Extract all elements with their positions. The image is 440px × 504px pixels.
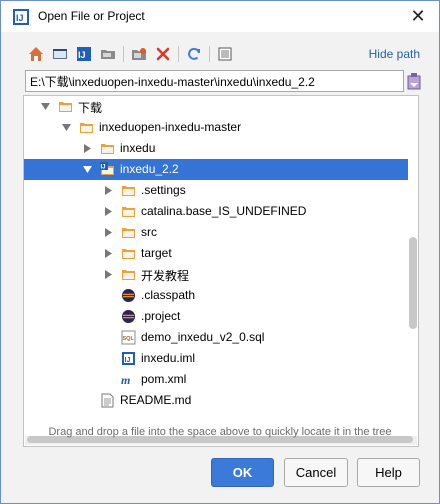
folder-icon xyxy=(122,270,135,280)
delete-icon xyxy=(156,47,170,61)
cancel-button[interactable]: Cancel xyxy=(284,458,348,487)
tree-item-label: inxedu xyxy=(120,141,156,155)
svg-text:IJ: IJ xyxy=(101,165,106,171)
help-button[interactable]: Help xyxy=(357,458,420,487)
tree-row[interactable]: inxeduopen-inxedu-master xyxy=(24,117,408,138)
expanded-arrow-icon[interactable] xyxy=(62,123,71,132)
folder-icon xyxy=(101,144,114,154)
toolbar-separator xyxy=(209,46,210,62)
svg-text:IJ: IJ xyxy=(78,50,86,60)
tree-item-label: src xyxy=(141,225,157,239)
open-file-dialog: IJ Open File or Project ✕ IJ Hide path E… xyxy=(0,0,440,504)
tree-item-label: inxedu_2.2 xyxy=(120,162,179,176)
refresh-icon xyxy=(188,47,200,60)
tree-row[interactable]: src xyxy=(24,222,408,243)
svg-text:m: m xyxy=(121,373,130,387)
tree-row[interactable]: catalina.base_IS_UNDEFINED xyxy=(24,201,408,222)
tree-row[interactable]: 下载 xyxy=(24,96,408,117)
toolbar-separator xyxy=(178,46,179,62)
folder-icon xyxy=(122,228,135,238)
ok-button[interactable]: OK xyxy=(211,458,274,487)
iml-file-icon: IJ xyxy=(122,352,135,365)
expanded-arrow-icon[interactable] xyxy=(83,165,92,174)
folder-icon xyxy=(80,123,93,133)
tree-row[interactable]: README.md xyxy=(24,390,408,411)
tree-item-label: 下载 xyxy=(78,101,103,115)
tree-item-label: inxedu.iml xyxy=(141,351,196,365)
svg-text:IJ: IJ xyxy=(16,13,24,23)
show-hidden-icon xyxy=(218,47,232,61)
collapsed-arrow-icon[interactable] xyxy=(104,249,113,258)
close-button[interactable]: ✕ xyxy=(403,3,433,29)
tree-row[interactable]: .project xyxy=(24,306,408,327)
desktop-button[interactable] xyxy=(50,44,70,64)
desktop-icon xyxy=(53,49,67,59)
tree-item-label: demo_inxedu_v2_0.sql xyxy=(141,330,265,344)
svg-text:IJ: IJ xyxy=(125,357,131,364)
tree-item-label: .project xyxy=(141,309,181,323)
tree-item-label: README.md xyxy=(120,393,192,407)
collapsed-arrow-icon[interactable] xyxy=(104,270,113,279)
text-file-icon xyxy=(101,393,114,408)
close-icon: ✕ xyxy=(410,6,426,26)
vertical-scrollbar[interactable] xyxy=(409,237,417,329)
collapsed-arrow-icon[interactable] xyxy=(104,186,113,195)
module-button[interactable] xyxy=(98,44,118,64)
tree-row[interactable]: .classpath xyxy=(24,285,408,306)
project-icon: IJ xyxy=(77,47,91,61)
intellij-idea-icon: IJ xyxy=(13,9,29,25)
tree-item-label: catalina.base_IS_UNDEFINED xyxy=(141,204,307,218)
delete-button[interactable] xyxy=(153,44,173,64)
tree-row[interactable]: inxedu xyxy=(24,138,408,159)
tree-row[interactable]: IJ inxedu.iml xyxy=(24,348,408,369)
folder-icon xyxy=(122,186,135,196)
tree-item-label: .classpath xyxy=(141,288,196,302)
drag-drop-hint: Drag and drop a file into the space abov… xyxy=(48,426,392,438)
folder-icon xyxy=(59,102,72,112)
sql-file-icon: SQL xyxy=(121,330,136,345)
show-hidden-button[interactable] xyxy=(215,44,235,64)
window-title: Open File or Project xyxy=(38,9,145,23)
hide-path-link[interactable]: Hide path xyxy=(369,47,420,61)
svg-text:SQL: SQL xyxy=(123,336,135,342)
new-module-icon xyxy=(132,48,146,60)
tree-row[interactable]: target xyxy=(24,243,408,264)
tree-item-label: target xyxy=(141,246,172,260)
expanded-arrow-icon[interactable] xyxy=(41,102,50,111)
collapsed-arrow-icon[interactable] xyxy=(83,144,92,153)
project-button[interactable]: IJ xyxy=(74,44,94,64)
refresh-button[interactable] xyxy=(184,44,204,64)
tree-row[interactable]: SQL demo_inxedu_v2_0.sql xyxy=(24,327,408,348)
tree-item-label: inxeduopen-inxedu-master xyxy=(99,120,242,134)
home-button[interactable] xyxy=(26,44,46,64)
folder-icon xyxy=(122,249,135,259)
collapsed-arrow-icon[interactable] xyxy=(104,207,113,216)
tree-item-label: 开发教程 xyxy=(141,269,190,283)
tree-item-label: .settings xyxy=(141,183,186,197)
file-tree[interactable]: README.md m pom.xml IJ inxedu.iml SQL demo_inx… xyxy=(23,95,419,447)
toolbar-separator xyxy=(123,46,124,62)
tree-row[interactable]: m pom.xml xyxy=(24,369,408,390)
maven-file-icon: m xyxy=(121,373,130,387)
project-folder-icon: IJ xyxy=(100,162,114,175)
eclipse-file-icon xyxy=(122,310,135,323)
tree-row[interactable]: 开发教程 xyxy=(24,264,408,285)
collapsed-arrow-icon[interactable] xyxy=(104,228,113,237)
new-folder-button[interactable] xyxy=(129,44,149,64)
dialog-content: IJ Hide path E:\下载\inxeduopen-inxedu-mas… xyxy=(1,32,439,503)
title-bar: IJ Open File or Project ✕ xyxy=(1,1,439,32)
path-history-icon[interactable] xyxy=(407,72,421,90)
eclipse-file-icon xyxy=(122,289,135,302)
tree-row[interactable]: IJ inxedu_2.2 xyxy=(24,159,408,180)
path-input[interactable] xyxy=(25,70,404,92)
tree-row[interactable]: .settings xyxy=(24,180,408,201)
home-icon xyxy=(29,47,43,61)
folder-icon xyxy=(122,207,135,217)
tree-item-label: pom.xml xyxy=(141,372,187,386)
new-folder-icon xyxy=(101,50,115,59)
